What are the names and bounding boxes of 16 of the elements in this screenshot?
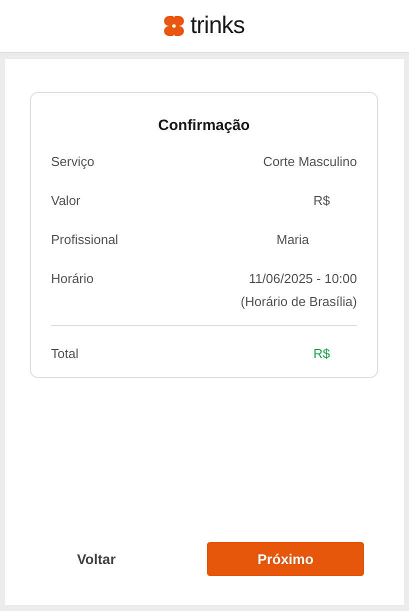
row-value: 11/06/2025 - 10:00 [248,271,357,286]
row-label: Serviço [51,154,94,169]
row-label: Profissional [51,232,118,247]
row-value: Corte Masculino [263,154,357,169]
card-title: Confirmação [157,117,251,134]
logo-icon [164,16,184,36]
row-value: R$ [313,193,330,208]
row-label: Valor [51,193,80,208]
back-button[interactable]: Voltar [67,542,126,576]
total-label: Total [51,346,78,361]
row-value: Maria [276,232,309,247]
row-label: Horário [51,271,94,286]
time-zone-note: (Horário de Brasília) [240,294,357,309]
total-value: R$ [313,346,331,361]
brand-name: trinks [190,12,245,40]
next-button[interactable]: Próximo [207,542,364,576]
